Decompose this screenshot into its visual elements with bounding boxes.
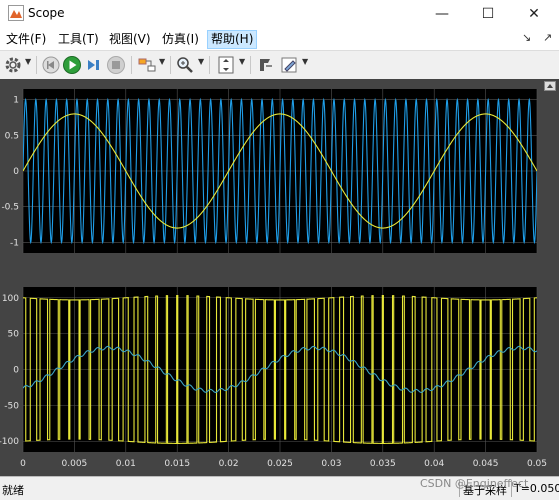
maximize-icon: ☐ <box>481 6 495 22</box>
y-tick-label: -50 <box>4 401 19 411</box>
minimize-button[interactable]: — <box>419 0 465 28</box>
x-tick-label: 0.045 <box>473 459 499 469</box>
y-tick-label: 0 <box>13 167 19 177</box>
y-tick-label: 100 <box>2 294 19 304</box>
title-bar: Scope — ☐ ✕ <box>0 0 559 28</box>
highlight-dropdown-icon[interactable]: ▼ <box>159 57 165 66</box>
x-tick-label: 0.05 <box>527 459 547 469</box>
x-tick-label: 0 <box>20 459 26 469</box>
y-tick-label: 0.5 <box>5 131 19 141</box>
y-tick-label: -0.5 <box>1 203 19 213</box>
bottom-axes[interactable]: 100 50 0 -50 -100 0 0.005 0.01 0.015 0.02 0.025 0.0… <box>0 287 547 469</box>
edit-dropdown-icon[interactable]: ▼ <box>302 57 308 66</box>
gear-icon[interactable] <box>3 55 23 75</box>
toolbar-separator <box>250 56 251 74</box>
edit-icon[interactable] <box>279 55 299 75</box>
status-ready: 就绪 <box>2 484 24 497</box>
x-tick-label: 0.01 <box>116 459 136 469</box>
x-tick-label: 0.035 <box>370 459 396 469</box>
scope-display: 1 0.5 0 -0.5 -1 100 50 0 -50 -100 0 0.005 0.01 0.015… <box>0 79 559 476</box>
y-tick-label: -1 <box>10 238 19 248</box>
stop-back-icon[interactable] <box>41 55 61 75</box>
step-forward-icon[interactable] <box>84 55 104 75</box>
minimize-icon: — <box>435 6 449 22</box>
menu-tools[interactable]: 工具(T) <box>55 31 102 48</box>
x-tick-label: 0.005 <box>62 459 88 469</box>
window-title: Scope <box>28 6 65 20</box>
menu-simulation[interactable]: 仿真(I) <box>159 31 202 48</box>
stop-icon[interactable] <box>106 55 126 75</box>
x-tick-label: 0.025 <box>267 459 293 469</box>
menu-view[interactable]: 视图(V) <box>106 31 154 48</box>
maximize-button[interactable]: ☐ <box>465 0 511 28</box>
expand-axes-icon[interactable] <box>544 81 556 91</box>
toolbar: ▼ ▼ ▼ ▼ ▼ <box>0 50 559 80</box>
x-tick-label: 0.04 <box>424 459 444 469</box>
x-tick-label: 0.015 <box>164 459 190 469</box>
csdn-watermark: CSDN @Engineffect <box>420 477 529 490</box>
toolbar-separator <box>209 56 210 74</box>
autoscale-dropdown-icon[interactable]: ▼ <box>239 57 245 66</box>
close-button[interactable]: ✕ <box>511 0 557 28</box>
menu-bar: 文件(F) 工具(T) 视图(V) 仿真(I) 帮助(H) ↘ ↗ <box>0 28 559 50</box>
toolbar-separator <box>36 56 37 74</box>
menu-file[interactable]: 文件(F) <box>3 31 49 48</box>
highlight-block-icon[interactable] <box>137 55 157 75</box>
zoom-icon[interactable] <box>175 55 195 75</box>
toolbar-separator <box>170 56 171 74</box>
run-icon[interactable] <box>62 55 82 75</box>
y-tick-label: 50 <box>8 330 20 340</box>
close-icon: ✕ <box>528 6 540 22</box>
scope-plots: 1 0.5 0 -0.5 -1 100 50 0 -50 -100 0 0.005 0.01 0.015… <box>0 89 547 469</box>
y-tick-label: -100 <box>0 437 19 447</box>
matlab-scope-icon <box>8 5 24 21</box>
undock-icon[interactable]: ↗ <box>543 31 552 44</box>
gear-dropdown-icon[interactable]: ▼ <box>25 57 31 66</box>
autoscale-icon[interactable] <box>216 55 236 75</box>
cursor-measure-icon[interactable] <box>256 55 276 75</box>
top-axes[interactable]: 1 0.5 0 -0.5 -1 <box>1 89 538 253</box>
y-tick-label: 1 <box>13 96 19 106</box>
zoom-dropdown-icon[interactable]: ▼ <box>198 57 204 66</box>
pin-icon[interactable]: ↘ <box>522 31 531 44</box>
y-tick-label: 0 <box>13 366 19 376</box>
x-tick-label: 0.03 <box>321 459 341 469</box>
toolbar-separator <box>131 56 132 74</box>
x-tick-label: 0.02 <box>219 459 239 469</box>
menu-help[interactable]: 帮助(H) <box>207 30 258 49</box>
